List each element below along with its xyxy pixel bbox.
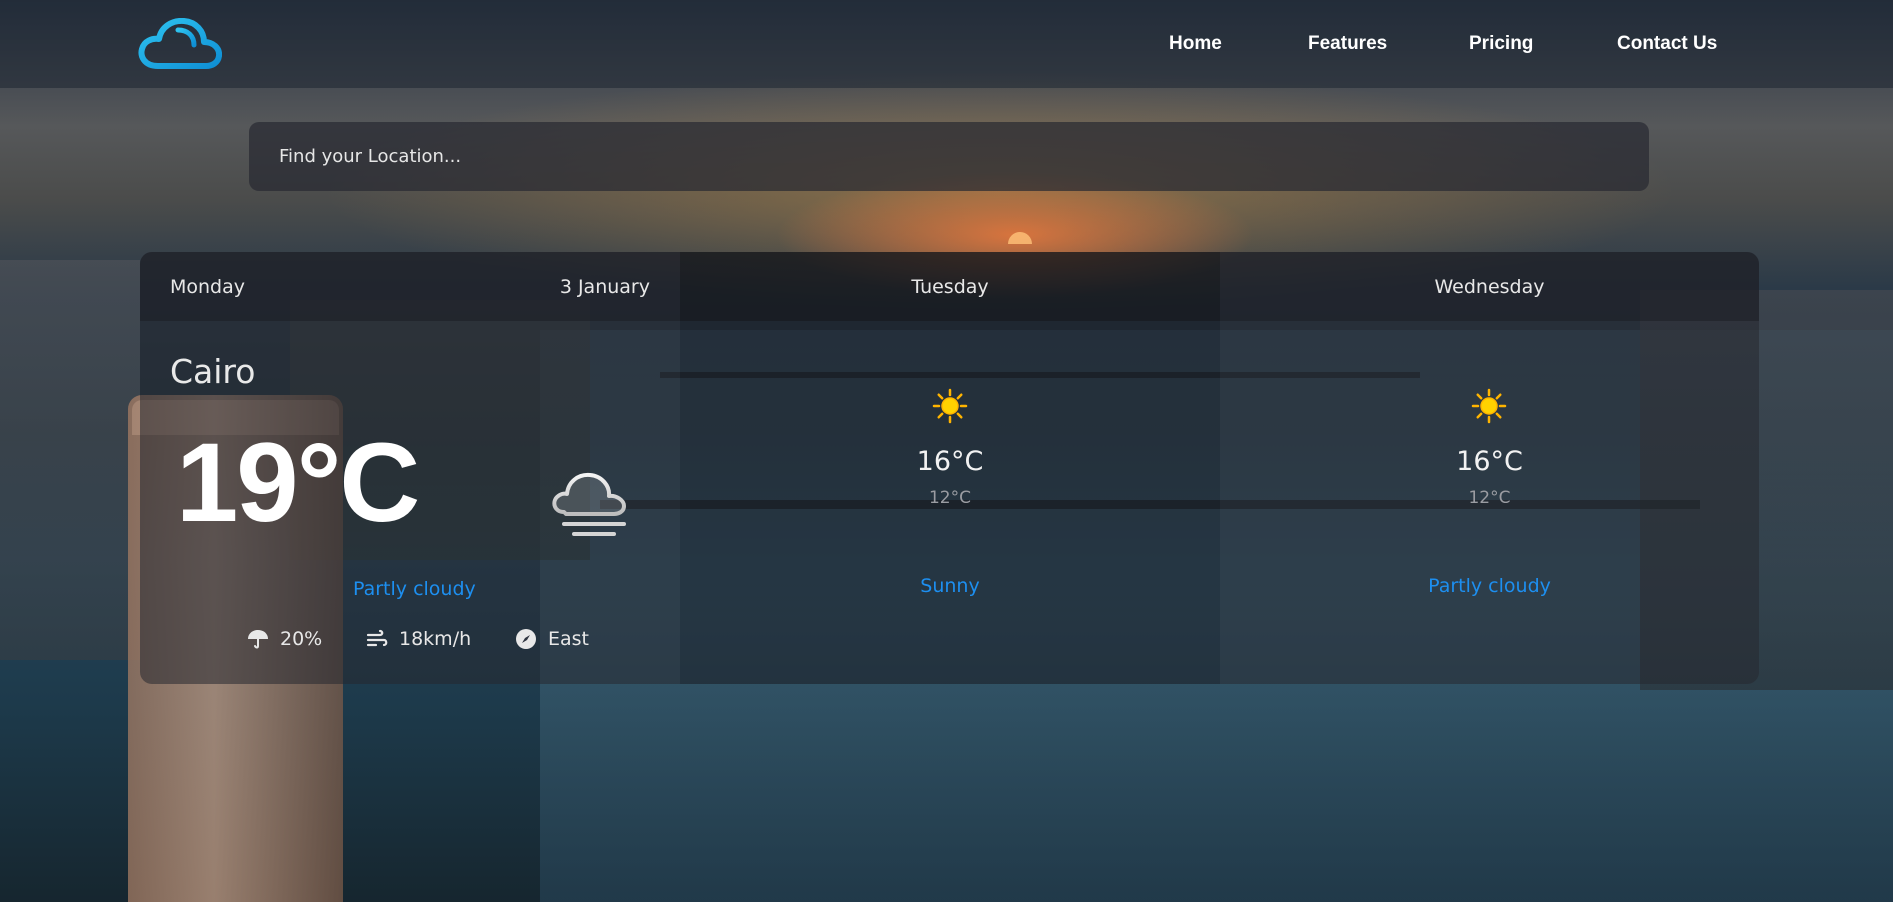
nav-link-home[interactable]: Home (1169, 33, 1222, 55)
wind-speed-value: 18km/h (399, 628, 472, 650)
wind-speed-stat: 18km/h (365, 627, 471, 651)
forecast-day: Tuesday (911, 276, 989, 298)
sun-icon (932, 388, 968, 424)
setting-sun (1008, 232, 1032, 244)
today-day: Monday (170, 276, 246, 298)
navbar: Home Features Pricing Contact Us (0, 0, 1893, 88)
wind-direction-stat: East (514, 627, 589, 651)
cloud-logo-icon[interactable] (138, 18, 222, 70)
today-date: 3 January (559, 276, 650, 298)
forecast-card-wednesday: Wednesday 16°C 12°C Partly cloudy (1220, 252, 1759, 684)
wind-direction-value: East (548, 628, 589, 650)
wind-icon (366, 629, 388, 647)
cloud-icon (552, 472, 626, 536)
city-name: Cairo (170, 352, 256, 391)
forecast-card-header: Wednesday (1220, 252, 1759, 321)
rain-chance-stat: 20% (246, 627, 322, 651)
today-card-header: Monday 3 January (140, 252, 680, 321)
buildings-left (0, 260, 140, 660)
forecast-card-tuesday: Tuesday 16°C 12°C Sunny (680, 252, 1220, 684)
forecast-condition: Partly cloudy (1428, 575, 1551, 597)
nav-link-pricing[interactable]: Pricing (1469, 33, 1533, 55)
forecast-panel: Monday 3 January Cairo 19°C Partly cloud… (140, 252, 1759, 684)
forecast-max-temp: 16°C (1456, 446, 1523, 477)
forecast-min-temp: 12°C (1468, 488, 1511, 508)
current-temperature: 19°C (176, 420, 420, 545)
compass-icon (516, 629, 536, 649)
today-card: Monday 3 January Cairo 19°C Partly cloud… (140, 252, 680, 684)
today-condition: Partly cloudy (353, 578, 476, 600)
forecast-card-header: Tuesday (680, 252, 1220, 321)
forecast-condition: Sunny (920, 575, 980, 597)
forecast-day: Wednesday (1434, 276, 1545, 298)
umbrella-icon (248, 630, 268, 649)
location-search-input[interactable] (249, 122, 1649, 191)
forecast-min-temp: 12°C (928, 488, 971, 508)
forecast-max-temp: 16°C (916, 446, 984, 477)
nav-link-features[interactable]: Features (1308, 33, 1387, 55)
rain-chance-value: 20% (280, 628, 323, 650)
nav-link-contact-us[interactable]: Contact Us (1617, 33, 1717, 55)
sun-icon (1471, 388, 1507, 424)
